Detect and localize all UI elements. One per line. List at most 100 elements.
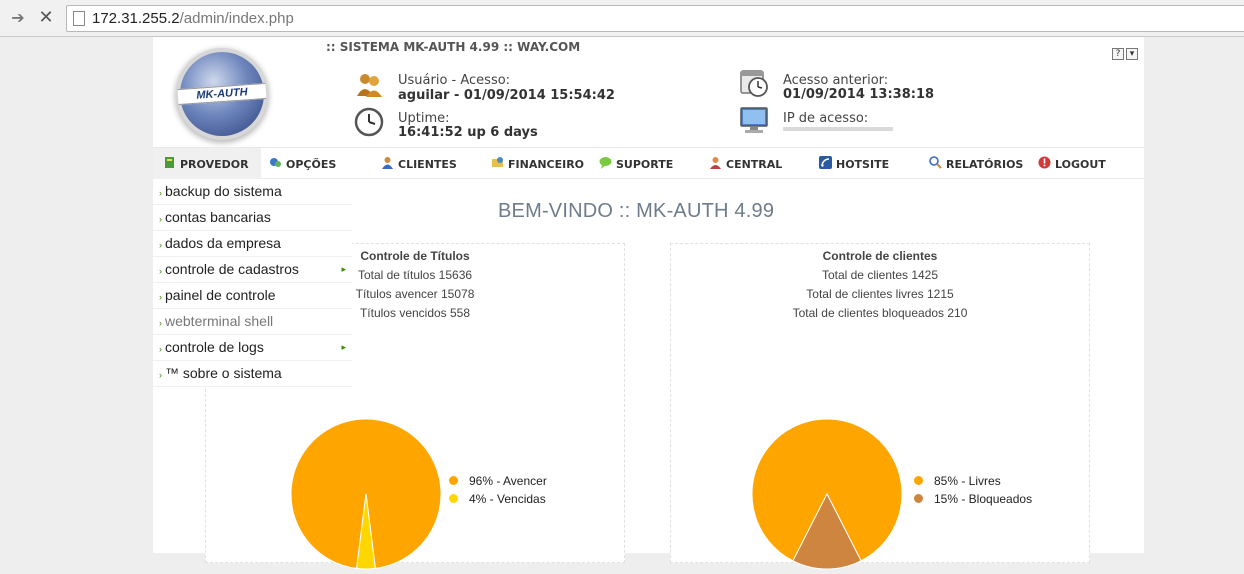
clientes-bloqueados: Total de clientes bloqueados 210: [792, 306, 968, 320]
dropdown-item-sobre[interactable]: › ™ sobre o sistema: [153, 361, 352, 387]
menu-opcoes[interactable]: OPÇÕES: [269, 156, 336, 171]
dropdown-label: contas bancarias: [165, 209, 271, 225]
dropdown-label: controle de logs: [165, 339, 264, 355]
dropdown-label: controle de cadastros: [165, 261, 299, 277]
submenu-arrow-icon: ▸: [341, 264, 346, 274]
users-icon: [357, 74, 382, 97]
help-icon[interactable]: ?: [1112, 48, 1124, 60]
suporte-icon: [599, 157, 612, 169]
dropdown-label: webterminal shell: [165, 313, 274, 329]
menu-label: RELATÓRIOS: [946, 158, 1024, 171]
menu-label: CLIENTES: [398, 158, 457, 171]
last-access-value: 01/09/2014 13:38:18: [783, 87, 935, 102]
bullet-icon: ›: [159, 188, 162, 198]
menu-label: OPÇÕES: [286, 158, 337, 171]
bullet-icon: ›: [159, 240, 162, 250]
forward-arrow-icon[interactable]: ➔: [8, 8, 28, 28]
address-bar[interactable]: 172.31.255.2/admin/index.php: [66, 5, 1244, 32]
legend-label: 15% - Bloqueados: [934, 492, 1033, 506]
submenu-arrow-icon: ▸: [341, 342, 346, 352]
clientes-legend: 85% - Livres 15% - Bloqueados: [914, 474, 1032, 510]
legend-swatch: [914, 476, 923, 485]
menu-financeiro[interactable]: FINANCEIRO: [491, 156, 584, 171]
menu-toggle-icon[interactable]: ▾: [1126, 48, 1138, 60]
dropdown-label: backup do sistema: [165, 183, 282, 199]
legend-item: 85% - Livres: [914, 474, 1032, 492]
system-title: :: SISTEMA MK-AUTH 4.99 :: WAY.COM: [326, 40, 581, 54]
dropdown-item-backup[interactable]: › backup do sistema: [153, 179, 352, 205]
url-host: 172.31.255.2: [92, 10, 180, 27]
clientes-panel: Controle de clientes Total de clientes 1…: [670, 243, 1090, 570]
menu-hotsite[interactable]: HOTSITE: [819, 156, 889, 171]
clientes-icon: [382, 157, 393, 169]
dropdown-item-dados[interactable]: › dados da empresa: [153, 231, 352, 257]
relatorios-icon: [929, 156, 942, 169]
admin-page: :: SISTEMA MK-AUTH 4.99 :: WAY.COM ? ▾ MK…: [153, 37, 1144, 570]
bullet-icon: ›: [159, 214, 162, 224]
page-icon: [73, 11, 85, 26]
menu-label: LOGOUT: [1055, 158, 1106, 171]
main-menu: PROVEDOR OPÇÕES CLIENTES FINANCEIRO SUPO…: [153, 147, 1144, 179]
dropdown-item-logs[interactable]: › controle de logs ▸: [153, 335, 352, 361]
dropdown-label: ™ sobre o sistema: [165, 365, 282, 381]
bullet-icon: ›: [159, 292, 162, 302]
bullet-icon: ›: [159, 370, 162, 380]
hotsite-icon: [819, 156, 832, 169]
uptime-value: 16:41:52 up 6 days: [398, 125, 538, 140]
menu-logout[interactable]: LOGOUT: [1038, 156, 1106, 171]
menu-label: HOTSITE: [836, 158, 890, 171]
welcome-title: BEM-VINDO :: MK-AUTH 4.99: [498, 200, 775, 222]
calendar-clock-icon: [740, 70, 768, 97]
ip-value-redacted: [783, 127, 893, 131]
legend-item: 96% - Avencer: [449, 474, 547, 492]
user-label: Usuário - Acesso:: [398, 73, 511, 88]
menu-label: SUPORTE: [616, 158, 674, 171]
stop-icon[interactable]: ✕: [36, 8, 56, 28]
menu-label: FINANCEIRO: [508, 158, 585, 171]
dropdown-item-webterminal[interactable]: › webterminal shell: [153, 309, 352, 335]
provedor-dropdown: › backup do sistema › contas bancarias › da…: [153, 179, 352, 387]
legend-label: 4% - Vencidas: [469, 492, 546, 506]
user-value: aguilar - 01/09/2014 15:54:42: [398, 88, 615, 103]
legend-swatch: [914, 494, 923, 503]
dropdown-item-cadastros[interactable]: › controle de cadastros ▸: [153, 257, 352, 283]
titulos-legend: 96% - Avencer 4% - Vencidas: [449, 474, 547, 510]
legend-item: 15% - Bloqueados: [914, 492, 1032, 510]
dropdown-label: dados da empresa: [165, 235, 281, 251]
dropdown-label: painel de controle: [165, 287, 276, 303]
legend-label: 96% - Avencer: [469, 474, 547, 488]
menu-label: PROVEDOR: [180, 158, 249, 171]
opcoes-icon: [270, 158, 281, 167]
browser-toolbar: ➔ ✕ 172.31.255.2/admin/index.php: [0, 0, 1244, 37]
logout-icon: [1038, 156, 1051, 169]
dropdown-item-contas[interactable]: › contas bancarias: [153, 205, 352, 231]
legend-label: 85% - Livres: [934, 474, 1001, 488]
last-access-label: Acesso anterior:: [783, 73, 889, 88]
bullet-icon: ›: [159, 266, 162, 276]
uptime-label: Uptime:: [398, 111, 450, 126]
menu-provedor[interactable]: PROVEDOR: [153, 148, 261, 179]
clientes-total: Total de clientes 1425: [821, 268, 939, 282]
url-text[interactable]: 172.31.255.2/admin/index.php: [92, 10, 294, 27]
titulos-pie-chart: [290, 418, 442, 570]
clientes-pie-chart: [751, 418, 903, 570]
ip-label: IP de acesso:: [783, 111, 869, 126]
financeiro-icon: [492, 157, 503, 167]
header-tools: ? ▾: [1110, 41, 1138, 60]
provedor-icon: [165, 157, 174, 168]
clientes-title: Controle de clientes: [822, 249, 938, 263]
menu-relatorios[interactable]: RELATÓRIOS: [929, 156, 1023, 171]
legend-item: 4% - Vencidas: [449, 492, 547, 510]
menu-suporte[interactable]: SUPORTE: [599, 156, 673, 171]
url-path: /admin/index.php: [179, 10, 294, 27]
mk-auth-logo: MK-AUTH: [177, 52, 267, 136]
bullet-icon: ›: [159, 344, 162, 354]
legend-swatch: [449, 476, 458, 485]
monitor-icon: [740, 107, 768, 133]
legend-swatch: [449, 494, 458, 503]
clock-icon: [354, 107, 384, 137]
dropdown-item-painel[interactable]: › painel de controle: [153, 283, 352, 309]
menu-clientes[interactable]: CLIENTES: [381, 156, 457, 171]
menu-label: CENTRAL: [726, 158, 783, 171]
menu-central[interactable]: CENTRAL: [709, 156, 782, 171]
